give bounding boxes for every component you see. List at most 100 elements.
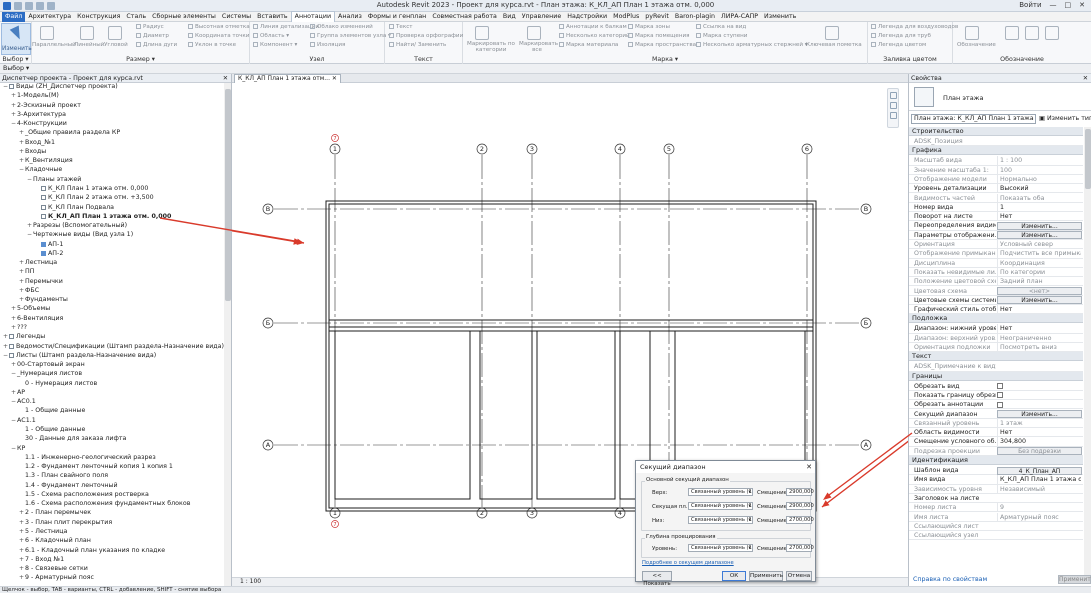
- tree-item[interactable]: +5-Объемы: [11, 305, 50, 314]
- tree-item[interactable]: +Разрезы (Вспомогательный): [27, 222, 127, 231]
- tab-18[interactable]: Изменить: [761, 12, 799, 22]
- tree-item[interactable]: 1 - Общие данные: [19, 426, 85, 435]
- linear-dimension-icon[interactable]: [80, 26, 94, 40]
- tree-item[interactable]: 1.2 - Фундамент ленточный копия 1 копия …: [19, 463, 173, 472]
- tree-item[interactable]: − Виды (ZH_Диспетчер проекта): [3, 83, 118, 92]
- tag-all-button[interactable]: Маркировать все: [519, 41, 558, 53]
- tree-item[interactable]: 1.1 - Инженерно-геологический разрез: [19, 454, 156, 463]
- tree-item[interactable]: +АР: [11, 389, 25, 398]
- tree-item[interactable]: +7 - Вход №1: [19, 556, 64, 565]
- tree-item[interactable]: −Кладочные: [19, 166, 62, 175]
- maximize-button[interactable]: □: [1065, 1, 1072, 9]
- tree-item[interactable]: +6 - Кладочный план: [19, 537, 91, 546]
- property-edit-button[interactable]: Изменить...: [997, 231, 1082, 240]
- symbol-icon[interactable]: [965, 26, 979, 40]
- depth-level-dropdown[interactable]: Связанный уровень (1 эта: [688, 544, 753, 552]
- tree-item[interactable]: +Лестница: [19, 259, 57, 268]
- depth-offset-input[interactable]: 2700,000: [786, 544, 814, 552]
- tree-item[interactable]: К_КЛ План 2 этажа отм. +3,500: [35, 194, 154, 203]
- top-level-dropdown[interactable]: Связанный уровень (1 эта: [688, 488, 753, 496]
- spelling-button[interactable]: Проверка орфографии: [389, 32, 463, 40]
- tree-item[interactable]: +8 - Связевые сетки: [19, 565, 88, 574]
- tree-item[interactable]: +Фундаменты: [19, 296, 68, 305]
- tag-by-category-icon[interactable]: [475, 26, 489, 40]
- tab-3[interactable]: Сталь: [123, 12, 149, 22]
- keynote-icon[interactable]: [825, 26, 839, 40]
- close-icon[interactable]: ✕: [1083, 74, 1088, 83]
- close-window-button[interactable]: ✕: [1079, 1, 1085, 9]
- modify-button[interactable]: Изменить: [1, 23, 32, 55]
- tab-1[interactable]: Архитектура: [25, 12, 74, 22]
- ribbon-group-label[interactable]: Выбор ▾: [0, 56, 31, 63]
- tree-item[interactable]: АП-2: [35, 250, 63, 259]
- edit-type-button[interactable]: ▣ Изменить тип: [1039, 114, 1091, 124]
- aligned-dimension-icon[interactable]: [40, 26, 54, 40]
- tab-current-view[interactable]: К_КЛ_АП План 1 этажа отм... ✕: [234, 74, 341, 83]
- insulation-button[interactable]: Изоляция: [310, 41, 345, 49]
- tab-15[interactable]: pyRevit: [642, 12, 672, 22]
- property-value[interactable]: Нет: [997, 305, 1081, 315]
- tree-item[interactable]: +Вход_№1: [19, 139, 55, 148]
- properties-scrollbar[interactable]: [1084, 127, 1091, 575]
- tab-0[interactable]: Файл: [2, 11, 26, 22]
- tree-item[interactable]: −АС1.1: [11, 417, 36, 426]
- spot-coordinate-button[interactable]: Координата точки: [188, 32, 249, 40]
- tree-item[interactable]: −Планы этажей: [27, 176, 81, 185]
- tree-item[interactable]: +ФБС: [19, 287, 39, 296]
- tree-item[interactable]: +00-Стартовый экран: [11, 361, 85, 370]
- space-tag-button[interactable]: Марка пространства: [628, 41, 696, 49]
- tab-12[interactable]: Управление: [519, 12, 565, 22]
- tree-item[interactable]: 1.6 - Схема расположения фундаментных бл…: [19, 500, 190, 509]
- ok-button[interactable]: ОК: [722, 571, 746, 581]
- property-section[interactable]: Подложка: [909, 314, 1083, 324]
- tree-item[interactable]: −Чертежные виды (Вид узла 1): [27, 231, 133, 240]
- property-value[interactable]: К_КЛ_АП План 1 этажа от: [997, 475, 1081, 485]
- view-range-help-link[interactable]: Подробнее о секущем диапазоне: [642, 560, 734, 566]
- angular-dimension-icon[interactable]: [108, 26, 122, 40]
- linear-dimension-button[interactable]: Линейный: [74, 41, 104, 49]
- tread-tag-button[interactable]: Марка ступени: [696, 32, 747, 40]
- minimize-button[interactable]: —: [1050, 1, 1057, 9]
- property-section[interactable]: Границы: [909, 371, 1083, 381]
- type-selector[interactable]: План этажа: [909, 83, 1091, 111]
- tree-item[interactable]: −4-Конструкции: [11, 120, 67, 129]
- property-section[interactable]: Строительство: [909, 127, 1083, 136]
- tag-by-category-button[interactable]: Маркировать по категории: [465, 41, 517, 53]
- aligned-dimension-button[interactable]: Параллельный: [32, 41, 76, 49]
- tree-item[interactable]: К_КЛ План Подвала: [35, 204, 114, 213]
- tree-item[interactable]: 1 - Общие данные: [19, 407, 85, 416]
- close-icon[interactable]: ✕: [223, 74, 228, 83]
- tree-item[interactable]: 1.4 - Фундамент ленточный: [19, 482, 118, 491]
- tree-item[interactable]: − Листы (Штамп раздела-Назначение вида): [3, 352, 156, 361]
- spot-elevation-button[interactable]: Высотная отметка: [188, 23, 250, 31]
- property-value[interactable]: Нет: [997, 324, 1081, 334]
- arc-length-button[interactable]: Длина дуги: [136, 41, 177, 49]
- apply-button[interactable]: Применить: [1058, 575, 1091, 584]
- tab-6[interactable]: Вставить: [254, 12, 291, 22]
- tab-11[interactable]: Вид: [500, 12, 519, 22]
- tree-item[interactable]: +???: [11, 324, 27, 333]
- tree-item[interactable]: +2-Эскизный проект: [11, 102, 81, 111]
- property-edit-button[interactable]: Изменить...: [997, 221, 1082, 230]
- tree-item[interactable]: +1-Модель(М): [11, 92, 59, 101]
- tree-item[interactable]: −АС0.1: [11, 398, 36, 407]
- tree-item[interactable]: +_Общие правила раздела КР: [19, 129, 120, 138]
- tree-item[interactable]: АП-1: [35, 241, 63, 250]
- text-button[interactable]: Текст: [389, 23, 413, 31]
- property-section[interactable]: Идентификация: [909, 456, 1083, 465]
- bottom-level-dropdown[interactable]: Связанный уровень (1 эта: [688, 516, 753, 524]
- property-edit-button[interactable]: Без подрезки: [997, 447, 1082, 456]
- multi-category-button[interactable]: Несколько категорий: [559, 32, 630, 40]
- tag-all-icon[interactable]: [527, 26, 541, 40]
- tree-item[interactable]: +9 - Арматурный пояс: [19, 574, 94, 583]
- tab-2[interactable]: Конструкция: [74, 12, 123, 22]
- browser-scrollbar[interactable]: [224, 83, 231, 586]
- dialog-apply-button[interactable]: Применить: [749, 571, 783, 581]
- scroll-thumb[interactable]: [1085, 129, 1091, 189]
- tree-item[interactable]: 0 - Нумерация листов: [19, 380, 97, 389]
- beam-annotations-button[interactable]: Аннотации к балкам: [559, 23, 627, 31]
- tab-5[interactable]: Системы: [219, 12, 254, 22]
- tree-item[interactable]: +Входы: [19, 148, 46, 157]
- property-edit-button[interactable]: 4_К_План_АП: [997, 466, 1082, 475]
- tab-4[interactable]: Сборные элементы: [149, 12, 219, 22]
